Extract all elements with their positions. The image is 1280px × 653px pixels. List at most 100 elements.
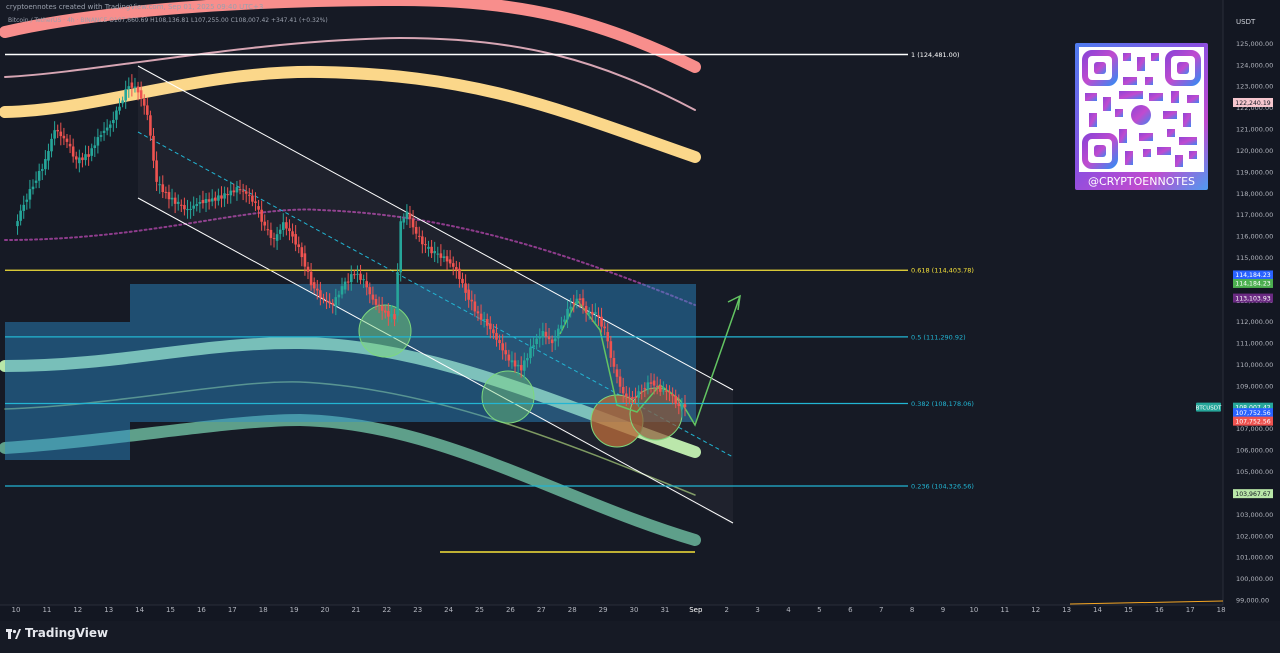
x-tick-label: 21 bbox=[351, 606, 360, 614]
price-tag: 114,184.23 bbox=[1235, 272, 1270, 279]
y-tick-label: 101,000.00 bbox=[1236, 554, 1273, 562]
candle-body bbox=[538, 337, 542, 339]
y-tick-label: 116,000.00 bbox=[1236, 233, 1273, 241]
x-tick-label: 18 bbox=[259, 606, 268, 614]
candle-body bbox=[649, 382, 653, 384]
candle-body bbox=[535, 338, 538, 344]
candle-body bbox=[526, 358, 529, 361]
candle-body bbox=[606, 332, 610, 342]
candle-body bbox=[325, 300, 328, 302]
y-tick-label: 120,000.00 bbox=[1236, 147, 1273, 155]
y-tick-label: 109,000.00 bbox=[1236, 382, 1273, 390]
candle-body bbox=[603, 326, 606, 329]
candle-body bbox=[102, 130, 106, 133]
candle-body bbox=[189, 208, 192, 210]
header-created-by: cryptoennotes created with TradingView.c… bbox=[6, 3, 264, 11]
candle-body bbox=[353, 274, 356, 276]
candle-body bbox=[257, 206, 260, 210]
y-tick-label: 118,000.00 bbox=[1236, 190, 1273, 198]
brand-name: TradingView bbox=[25, 626, 109, 640]
candle-body bbox=[315, 288, 319, 291]
fib-label: 0.618 (114,403.78) bbox=[911, 267, 974, 275]
candle-body bbox=[220, 195, 223, 199]
candle-body bbox=[652, 380, 656, 386]
price-tag: 103,967.67 bbox=[1235, 491, 1270, 498]
candle-body bbox=[146, 105, 149, 115]
candle-body bbox=[241, 190, 245, 192]
candle-body bbox=[164, 191, 168, 193]
candle-body bbox=[124, 89, 127, 101]
candle-body bbox=[618, 376, 622, 387]
candle-body bbox=[572, 303, 576, 305]
candle-body bbox=[183, 205, 186, 210]
candle-body bbox=[643, 388, 647, 390]
y-tick-label: 99,000.00 bbox=[1236, 597, 1269, 605]
candle-body bbox=[501, 343, 504, 351]
candle-body bbox=[170, 197, 174, 200]
x-tick-label: 11 bbox=[1000, 606, 1009, 614]
watermark-handle: @CRYPTOENNOTES bbox=[1087, 175, 1196, 188]
candle-body bbox=[356, 273, 359, 275]
x-tick-label: 19 bbox=[290, 606, 299, 614]
y-tick-label: 119,000.00 bbox=[1236, 168, 1273, 176]
x-tick-label: 6 bbox=[848, 606, 853, 614]
candle-body bbox=[22, 204, 26, 211]
candle-body bbox=[235, 187, 239, 193]
candle-body bbox=[217, 195, 220, 201]
tradingview-logo-icon bbox=[6, 628, 21, 639]
candle-body bbox=[516, 364, 520, 367]
chart: 1 (124,481.00) 0.618 (114,403.78) 0.5 (111… bbox=[0, 0, 1280, 649]
candle-body bbox=[637, 391, 640, 398]
candle-body bbox=[427, 246, 430, 249]
candle-body bbox=[158, 184, 161, 186]
tradingview-logo: TradingView bbox=[6, 626, 108, 640]
fib-label: 1 (124,481.00) bbox=[911, 51, 960, 59]
candle-body bbox=[16, 221, 19, 227]
x-tick-label: 24 bbox=[444, 606, 453, 614]
candle-body bbox=[541, 331, 545, 338]
candle-body bbox=[396, 272, 399, 316]
candle-body bbox=[127, 86, 131, 90]
candle-body bbox=[294, 234, 297, 245]
candle-body bbox=[467, 289, 470, 300]
candle-body bbox=[479, 313, 483, 320]
candle-body bbox=[368, 287, 372, 295]
candle-body bbox=[180, 204, 183, 206]
x-tick-label: 17 bbox=[228, 606, 237, 614]
candle-body bbox=[28, 189, 32, 200]
candle-body bbox=[285, 222, 288, 229]
candle-body bbox=[448, 259, 452, 264]
candle-body bbox=[334, 297, 338, 307]
candle-body bbox=[504, 350, 508, 355]
candle-body bbox=[631, 396, 634, 400]
candle-body bbox=[489, 323, 492, 330]
candle-body bbox=[303, 253, 307, 267]
candle-body bbox=[223, 193, 226, 199]
candle-body bbox=[319, 290, 322, 298]
candle-body bbox=[408, 213, 412, 219]
y-tick-label: 123,000.00 bbox=[1236, 83, 1273, 91]
price-tag: 114,184.23 bbox=[1235, 281, 1270, 288]
candle-body bbox=[34, 180, 38, 183]
candle-body bbox=[371, 294, 375, 300]
x-tick-label: 23 bbox=[413, 606, 422, 614]
candle-body bbox=[665, 390, 668, 392]
candle-body bbox=[105, 127, 109, 131]
x-tick-label: 17 bbox=[1186, 606, 1195, 614]
candle-body bbox=[513, 360, 517, 367]
candle-body bbox=[569, 306, 572, 309]
candle-body bbox=[260, 209, 263, 222]
candle-body bbox=[152, 135, 155, 161]
candle-body bbox=[90, 148, 94, 156]
candle-body bbox=[553, 338, 557, 342]
candle-body bbox=[445, 256, 449, 262]
candle-body bbox=[47, 151, 50, 161]
candle-body bbox=[584, 305, 588, 313]
x-tick-label: 2 bbox=[724, 606, 728, 614]
candle-body bbox=[121, 100, 124, 104]
candle-body bbox=[31, 186, 35, 190]
candle-body bbox=[393, 314, 396, 320]
candle-body bbox=[547, 336, 551, 340]
candle-body bbox=[387, 311, 390, 317]
candle-body bbox=[19, 210, 22, 221]
